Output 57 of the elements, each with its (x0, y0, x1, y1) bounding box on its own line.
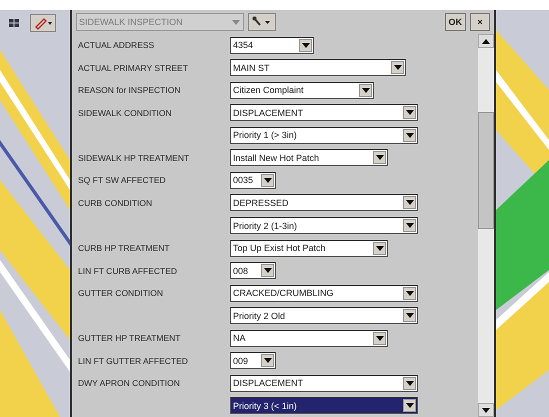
dropdown-field[interactable]: CRACKED/CRUMBLING (230, 284, 418, 302)
close-button[interactable]: × (470, 13, 490, 31)
dropdown-field[interactable]: Priority 1 (> 3in) (230, 126, 418, 144)
dropdown-arrow-icon[interactable] (406, 380, 414, 386)
field-label: DWY APRON CONDITION (78, 378, 181, 388)
down-arrow-icon[interactable] (482, 408, 490, 412)
dropdown-field[interactable]: Priority 3 (< 1in) (230, 397, 418, 414)
field-label: GUTTER CONDITION (78, 288, 164, 298)
dropdown-arrow-icon[interactable] (264, 178, 272, 183)
field-label: GUTTER HP TREATMENT (78, 333, 182, 344)
dropdown-arrow-icon[interactable] (406, 403, 414, 408)
dropdown-arrow-icon[interactable] (376, 336, 384, 341)
dropdown-arrow-icon[interactable] (264, 358, 272, 364)
field-label: CURB CONDITION (78, 198, 154, 208)
dropdown-field[interactable]: NA (230, 330, 388, 347)
dropdown-arrow-icon[interactable] (376, 246, 384, 251)
dropdown-field[interactable]: DEPRESSED (230, 194, 418, 212)
field-label: ACTUAL PRIMARY STREET (78, 62, 189, 73)
field-label: CURB HP TREATMENT (78, 243, 171, 254)
dropdown-field[interactable]: DISPLACEMENT (230, 374, 418, 392)
dropdown-field[interactable]: Top Up Exist Hot Patch (230, 240, 388, 257)
dropdown-arrow-icon[interactable] (406, 200, 414, 206)
dropdown-arrow-icon[interactable] (376, 155, 384, 160)
dropdown-field[interactable]: 4354 (230, 36, 314, 54)
scrollbar[interactable] (478, 34, 494, 417)
pencil-icon[interactable] (33, 16, 53, 30)
dropdown-arrow-icon[interactable] (406, 132, 414, 138)
scroll-thumb[interactable] (478, 112, 494, 230)
dropdown-arrow-icon[interactable] (394, 65, 402, 70)
grid-icon[interactable] (8, 17, 20, 29)
field-label: SIDEWALK HP TREATMENT (78, 152, 190, 163)
field-label: ACTUAL ADDRESS (78, 40, 156, 50)
tools-dropdown[interactable] (248, 13, 276, 31)
pencil-dropdown[interactable] (30, 14, 56, 32)
field-label: LIN FT CURB AFFECTED (78, 266, 178, 276)
dropdown-arrow-icon[interactable] (264, 268, 272, 274)
dropdown-arrow-icon[interactable] (362, 88, 370, 93)
dropdown-field[interactable]: 008 (230, 262, 276, 280)
dropdown-field[interactable]: Citizen Complaint (230, 82, 374, 99)
dropdown-field[interactable]: Priority 2 Old (230, 307, 418, 324)
dropdown-field[interactable]: Install New Hot Patch (230, 149, 388, 166)
dropdown-arrow-icon[interactable] (302, 42, 310, 48)
dropdown-arrow-icon[interactable] (406, 290, 414, 296)
dropdown-arrow-icon[interactable] (406, 313, 414, 318)
field-label: REASON for INSPECTION (78, 85, 182, 96)
field-label: SIDEWALK CONDITION (78, 108, 173, 118)
dropdown-arrow-icon[interactable] (406, 110, 414, 116)
dropdown-field[interactable]: Priority 2 (1-3in) (230, 217, 418, 234)
ok-button[interactable]: OK (444, 13, 466, 31)
dropdown-arrow-icon[interactable] (406, 223, 414, 228)
dropdown-field[interactable]: DISPLACEMENT (230, 104, 418, 122)
field-label: SQ FT SW AFFECTED (78, 175, 167, 186)
dropdown-field[interactable]: 009 (230, 352, 276, 370)
dropdown-field[interactable]: 0035 (230, 172, 276, 189)
dropdown-field[interactable]: MAIN ST (230, 59, 406, 76)
up-arrow-icon[interactable] (482, 38, 490, 44)
field-label: LIN FT GUTTER AFFECTED (78, 356, 189, 366)
